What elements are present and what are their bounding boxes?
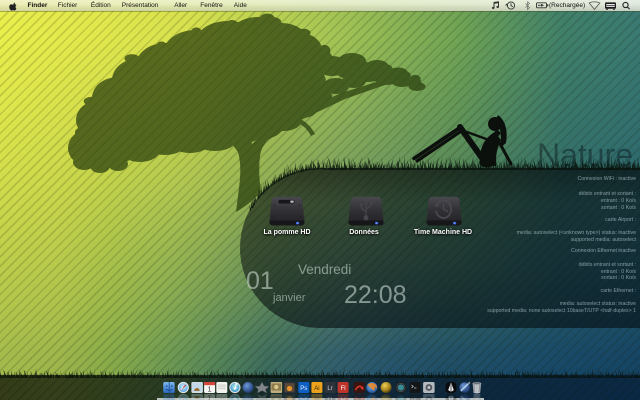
svg-text:Lr: Lr [327, 386, 332, 392]
svg-text:Fl: Fl [341, 386, 346, 392]
svg-text:Ai: Ai [314, 386, 319, 392]
svg-text:Ps: Ps [300, 386, 307, 392]
svg-text:1: 1 [208, 386, 212, 393]
